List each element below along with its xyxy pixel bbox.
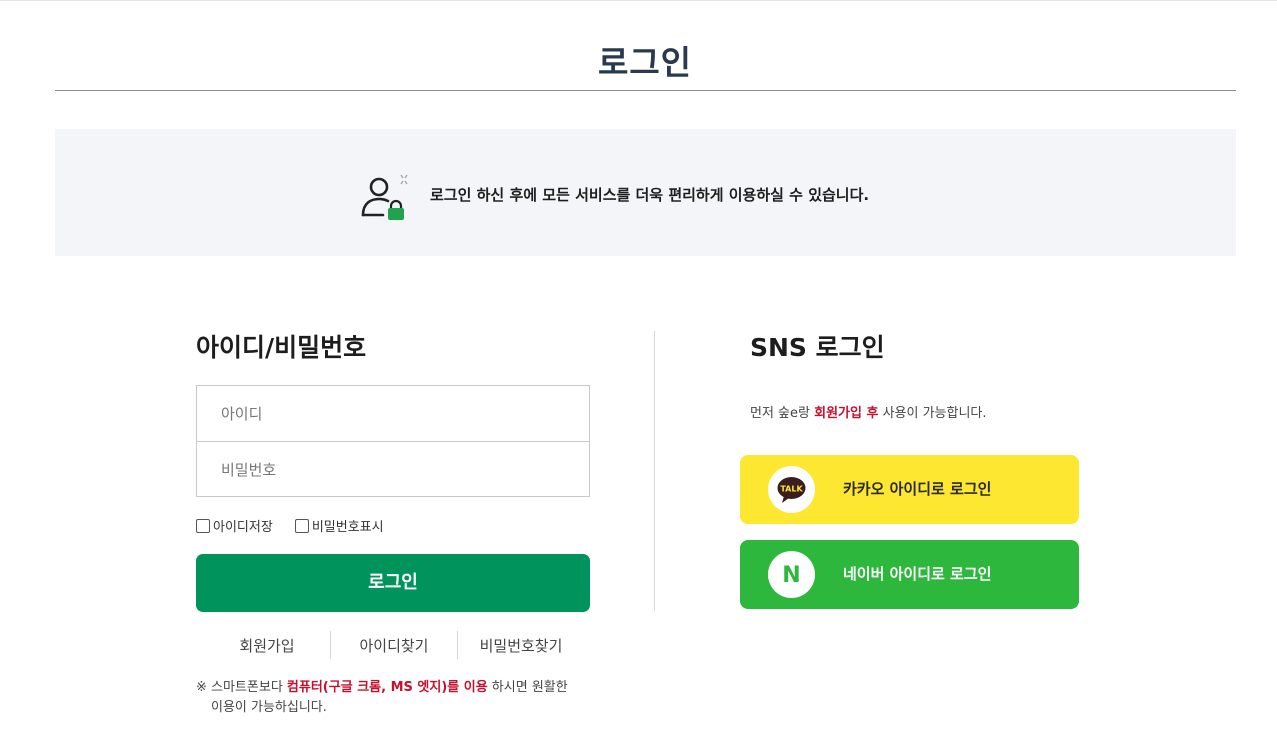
naver-icon-circle: N (768, 551, 815, 598)
id-input[interactable] (197, 386, 589, 441)
kakao-login-label: 카카오 아이디로 로그인 (843, 480, 992, 498)
show-password-label: 비밀번호표시 (311, 520, 384, 535)
sns-desc-suffix: 사용이 가능합니다. (878, 406, 987, 421)
login-button[interactable]: 로그인 (196, 554, 590, 612)
show-password-option[interactable]: 비밀번호표시 (294, 516, 384, 535)
footnote-line-1: ※ 스마트폰보다 컴퓨터(구글 크롬, MS 엣지)를 이용 하시면 원활한 (196, 678, 568, 698)
sns-description: 먼저 숲e랑 회원가입 후 사용이 가능합니다. (750, 402, 987, 421)
save-id-label: 아이디저장 (213, 520, 273, 535)
show-password-checkbox[interactable] (294, 518, 309, 533)
footnote-line-2: 이용이 가능하십니다. (211, 700, 327, 715)
footnote-suffix: 하시면 원활한 (487, 680, 568, 695)
login-options: 아이디저장 비밀번호표시 (196, 516, 384, 535)
browser-footnote: ※ 스마트폰보다 컴퓨터(구글 크롬, MS 엣지)를 이용 하시면 원활한 이… (196, 678, 568, 718)
kakao-talk-icon: TALK (777, 477, 806, 503)
login-notice-banner: 로그인 하신 후에 모든 서비스를 더욱 편리하게 이용하실 수 있습니다. (55, 129, 1236, 256)
save-id-option[interactable]: 아이디저장 (196, 516, 273, 535)
find-password-link[interactable]: 비밀번호찾기 (458, 635, 584, 656)
sns-desc-prefix: 먼저 숲e랑 (750, 406, 815, 421)
login-input-group (196, 385, 590, 497)
naver-icon-text: N (782, 563, 800, 588)
footnote-prefix: ※ 스마트폰보다 (196, 680, 287, 695)
kakao-login-button[interactable]: TALK 카카오 아이디로 로그인 (740, 455, 1079, 524)
password-input[interactable] (197, 442, 589, 497)
find-id-link[interactable]: 아이디찾기 (331, 635, 457, 656)
naver-login-label: 네이버 아이디로 로그인 (843, 565, 992, 583)
save-id-checkbox[interactable] (196, 518, 210, 533)
signup-link[interactable]: 회원가입 (204, 635, 330, 656)
naver-login-button[interactable]: N 네이버 아이디로 로그인 (740, 540, 1079, 609)
naver-n-icon: N (782, 563, 800, 588)
title-divider (55, 90, 1236, 91)
user-lock-icon (361, 174, 408, 220)
vertical-divider (654, 331, 655, 611)
id-password-section-title: 아이디/비밀번호 (196, 333, 367, 362)
page-title: 로그인 (597, 43, 693, 82)
notice-text: 로그인 하신 후에 모든 서비스를 더욱 편리하게 이용하실 수 있습니다. (430, 186, 870, 204)
sns-section-title: SNS 로그인 (750, 333, 885, 362)
kakao-icon-text: TALK (780, 485, 803, 494)
kakao-icon-circle: TALK (768, 466, 815, 513)
sns-desc-highlight: 회원가입 후 (814, 406, 879, 421)
top-border (0, 0, 1277, 1)
account-links: 회원가입 아이디찾기 비밀번호찾기 (204, 630, 584, 660)
footnote-highlight: 컴퓨터(구글 크롬, MS 엣지)를 이용 (286, 680, 488, 695)
